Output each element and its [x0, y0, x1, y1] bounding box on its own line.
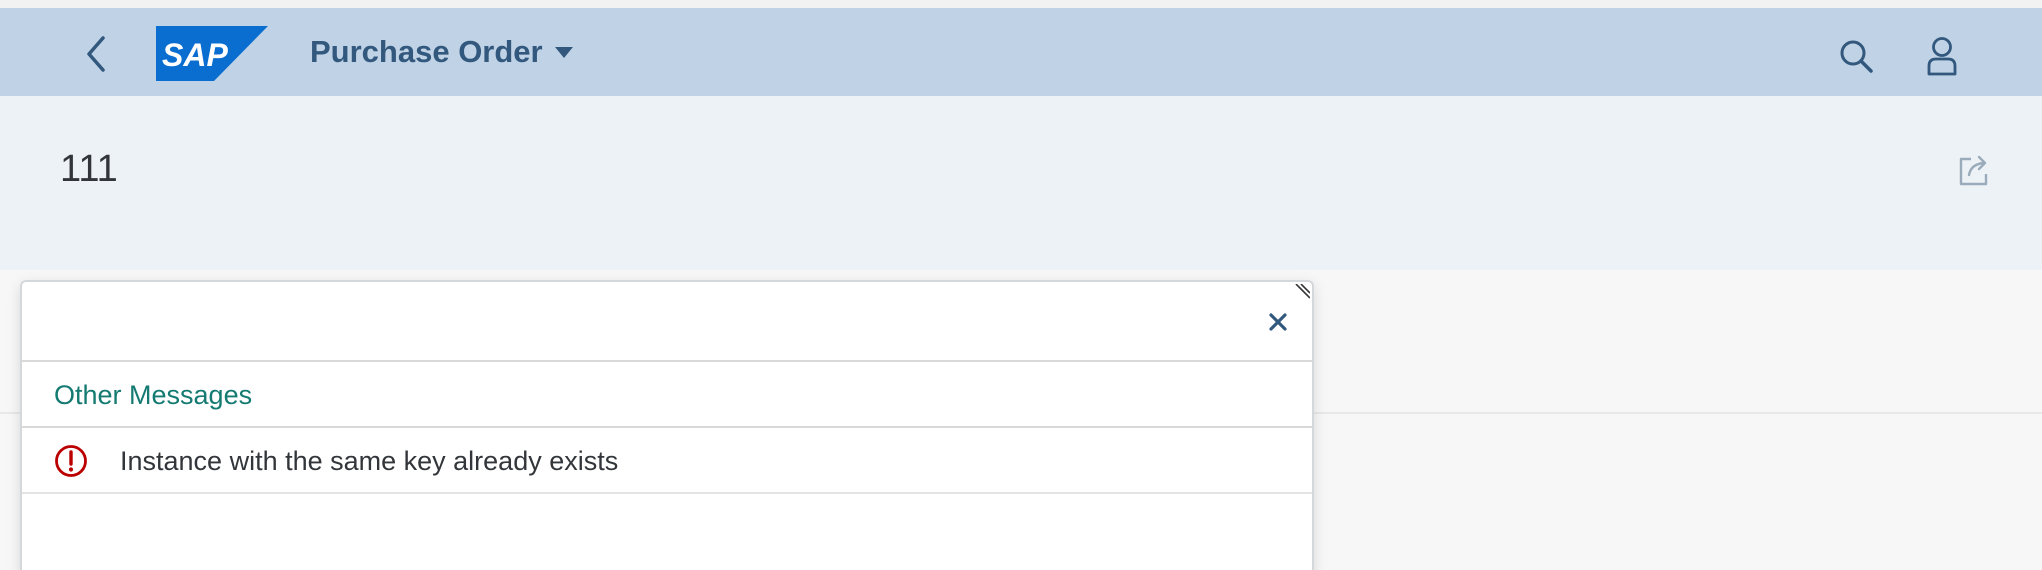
- search-button[interactable]: [1834, 34, 1878, 78]
- top-edge: [0, 0, 2042, 8]
- caret-down-icon: [554, 46, 573, 58]
- shell-bar: SAP Purchase Order: [0, 8, 2042, 96]
- object-title: 111: [60, 148, 118, 190]
- chevron-left-icon: [87, 36, 105, 72]
- error-icon: [55, 445, 87, 477]
- search-icon: [1840, 40, 1873, 73]
- message-item[interactable]: Instance with the same key already exist…: [22, 428, 1312, 494]
- message-group-header: Other Messages: [22, 362, 1312, 428]
- object-page-header: 111: [0, 96, 2042, 270]
- sap-logo-text: SAP: [162, 37, 228, 73]
- message-popover: Other Messages Instance with the same ke…: [20, 280, 1314, 570]
- message-text: Instance with the same key already exist…: [120, 446, 619, 476]
- sap-logo[interactable]: SAP: [156, 26, 268, 81]
- close-button[interactable]: [1258, 302, 1298, 342]
- message-group-title: Other Messages: [54, 380, 253, 410]
- back-button[interactable]: [72, 30, 120, 78]
- share-button[interactable]: [1952, 148, 1996, 192]
- user-profile-button[interactable]: [1920, 32, 1964, 80]
- user-icon: [1927, 37, 1957, 76]
- share-icon: [1959, 155, 1988, 186]
- app-title: Purchase Order: [310, 34, 543, 69]
- popover-header: [22, 282, 1312, 362]
- close-icon: [1269, 313, 1287, 331]
- app-title-menu[interactable]: Purchase Order: [310, 32, 573, 72]
